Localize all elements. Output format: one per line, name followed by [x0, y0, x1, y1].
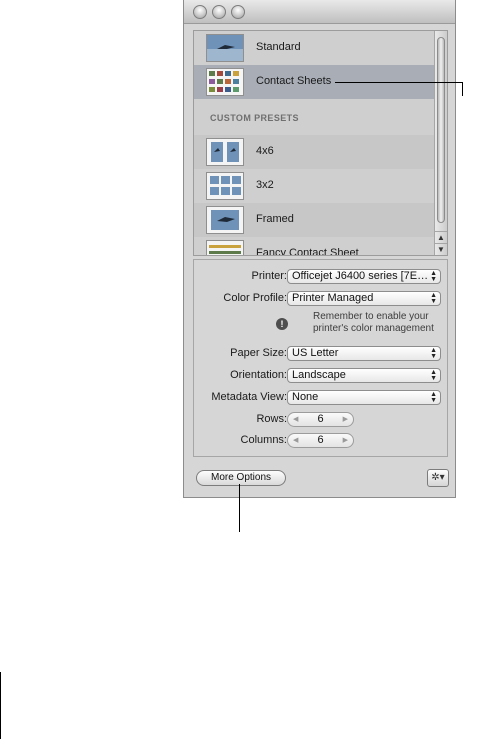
popup-arrows-icon: ▲ ▼ — [430, 369, 437, 382]
title-bar — [184, 0, 455, 24]
section-header-custom-presets: CUSTOM PRESETS — [210, 113, 299, 123]
callout-line-contact-sheets-end — [462, 82, 463, 96]
preset-list-scrollbar[interactable]: ▲ ▼ — [434, 31, 447, 255]
columns-value: 6 — [317, 434, 324, 446]
popup-arrows-icon: ▲ ▼ — [430, 391, 437, 404]
photo-thumbnail-icon — [206, 34, 244, 62]
printer-label: Printer: — [251, 270, 287, 282]
close-window-button[interactable] — [193, 5, 207, 19]
columns-label: Columns: — [240, 434, 287, 446]
columns-stepper[interactable]: ◀ 6 ▶ — [287, 433, 354, 448]
more-options-button[interactable]: More Options — [196, 470, 286, 486]
decrement-arrow-icon[interactable]: ◀ — [293, 434, 298, 447]
preset-label: 4x6 — [256, 145, 274, 157]
contact-sheet-thumbnail-icon — [206, 172, 244, 200]
callout-line-contact-sheets — [335, 82, 463, 83]
zoom-window-button[interactable] — [231, 5, 245, 19]
alert-icon: ! — [276, 318, 288, 330]
contact-sheet-thumbnail-icon — [206, 68, 244, 96]
rows-value: 6 — [317, 413, 324, 425]
popup-arrows-icon: ▲ ▼ — [430, 292, 437, 305]
preset-label: Standard — [256, 41, 301, 53]
contact-sheet-thumbnail-icon — [206, 240, 244, 255]
scrollbar-thumb[interactable] — [437, 37, 445, 223]
scroll-up-arrow-icon[interactable]: ▲ — [435, 231, 447, 243]
preset-item-standard[interactable]: Standard — [194, 31, 436, 65]
color-management-note: Remember to enable your printer's color … — [313, 311, 434, 334]
metadata-view-label: Metadata View: — [211, 391, 287, 403]
callout-line-more-options — [239, 484, 240, 532]
preset-item-framed[interactable]: Framed — [194, 203, 436, 237]
print-settings-panel: Printer: Officejet J6400 series [7E… ▲ ▼ … — [193, 259, 448, 457]
gear-action-button[interactable]: ✲▾ — [427, 469, 449, 487]
preset-label: Contact Sheets — [256, 75, 332, 87]
popup-arrows-icon: ▲ ▼ — [430, 270, 437, 283]
photo-thumbnail-icon — [206, 138, 244, 166]
minimize-window-button[interactable] — [212, 5, 226, 19]
rows-stepper[interactable]: ◀ 6 ▶ — [287, 412, 354, 427]
orientation-label: Orientation: — [230, 369, 287, 381]
paper-size-label: Paper Size: — [230, 347, 287, 359]
rows-label: Rows: — [256, 413, 287, 425]
orientation-value: Landscape — [292, 369, 346, 381]
printer-popup[interactable]: Officejet J6400 series [7E… ▲ ▼ — [287, 269, 441, 284]
preset-list[interactable]: Standard Contact Sheets CUSTOM PRESETS 4… — [193, 30, 448, 256]
decrement-arrow-icon[interactable]: ◀ — [293, 413, 298, 426]
paper-size-value: US Letter — [292, 347, 339, 359]
photo-thumbnail-icon — [206, 206, 244, 234]
print-presets-window: Standard Contact Sheets CUSTOM PRESETS 4… — [183, 0, 456, 498]
preset-item-fancy-contact-sheet[interactable]: Fancy Contact Sheet — [194, 237, 436, 256]
gear-icon: ✲▾ — [431, 472, 445, 483]
orientation-popup[interactable]: Landscape ▲ ▼ — [287, 368, 441, 383]
scroll-down-arrow-icon[interactable]: ▼ — [435, 243, 447, 255]
page-edge-mark — [0, 672, 1, 739]
color-profile-popup[interactable]: Printer Managed ▲ ▼ — [287, 291, 441, 306]
preset-item-4x6[interactable]: 4x6 — [194, 135, 436, 169]
preset-item-3x2[interactable]: 3x2 — [194, 169, 436, 203]
printer-value: Officejet J6400 series [7E… — [292, 270, 429, 282]
preset-label: 3x2 — [256, 179, 274, 191]
color-profile-label: Color Profile: — [223, 292, 287, 304]
popup-arrows-icon: ▲ ▼ — [430, 347, 437, 360]
increment-arrow-icon[interactable]: ▶ — [343, 434, 348, 447]
paper-size-popup[interactable]: US Letter ▲ ▼ — [287, 346, 441, 361]
preset-label: Fancy Contact Sheet — [256, 247, 359, 256]
preset-label: Framed — [256, 213, 294, 225]
increment-arrow-icon[interactable]: ▶ — [343, 413, 348, 426]
metadata-view-value: None — [292, 391, 319, 403]
color-profile-value: Printer Managed — [292, 292, 374, 304]
metadata-view-popup[interactable]: None ▲ ▼ — [287, 390, 441, 405]
